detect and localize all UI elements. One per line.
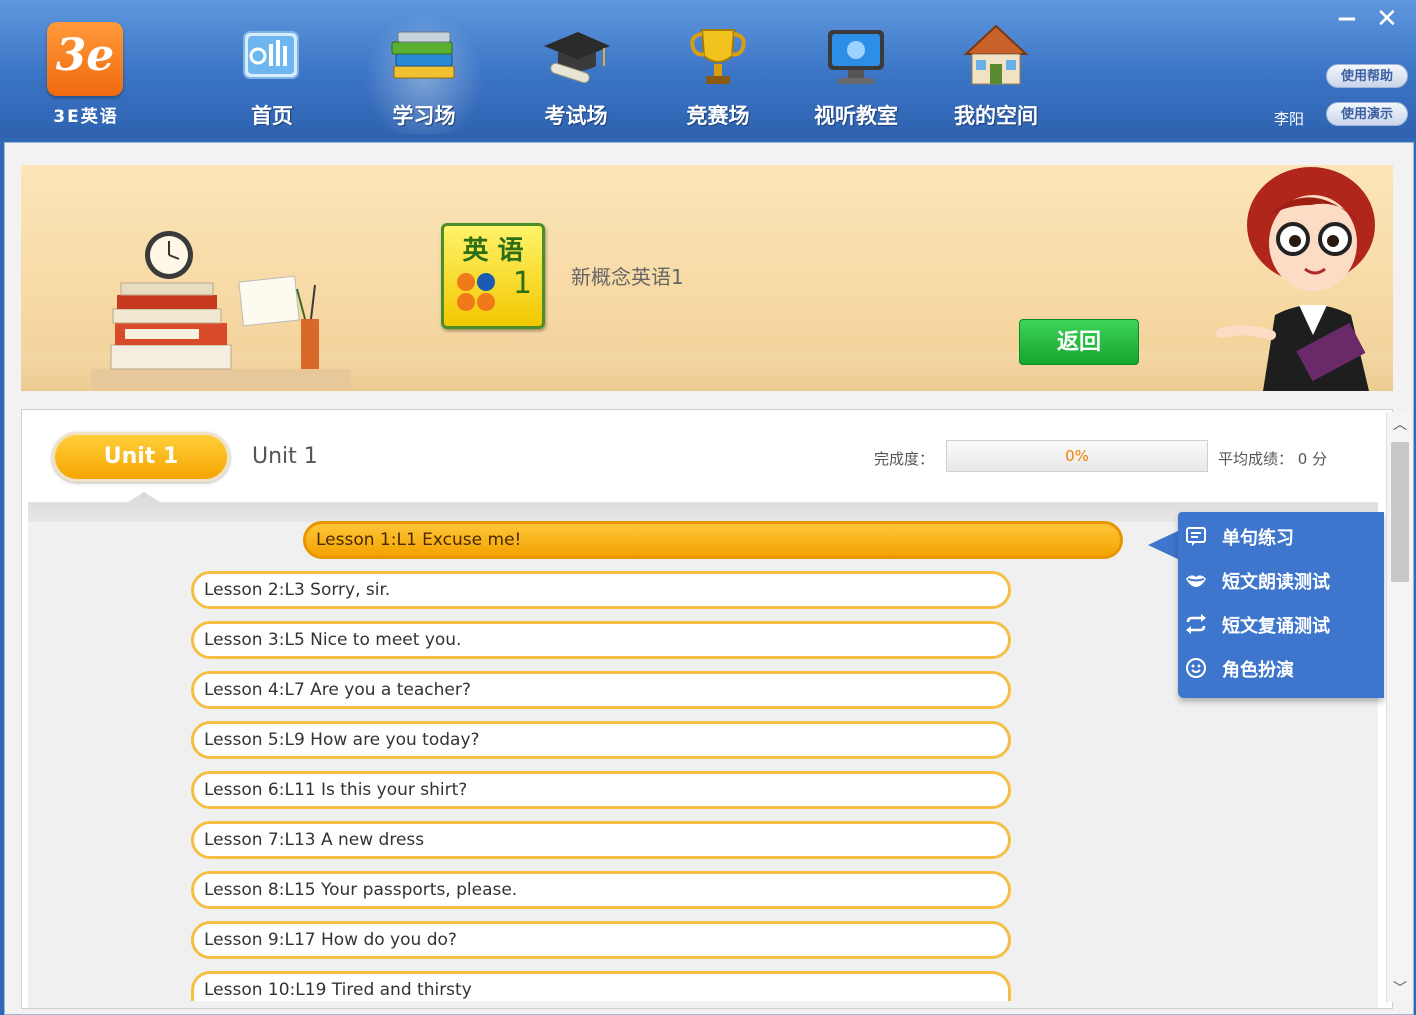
menu-recitation-test[interactable]: 短文复诵测试 [1186,612,1330,638]
help-button[interactable]: 使用帮助 [1326,64,1408,88]
lesson-item-5[interactable]: Lesson 5:L9 How are you today? [191,721,1011,759]
course-banner: 英 语 1 新概念英语1 返回 [21,165,1393,391]
unit-tab[interactable]: Unit 1 [52,432,230,482]
desk-books-illustration [91,231,351,389]
lesson-item-10[interactable]: Lesson 10:L19 Tired and thirsty [191,971,1011,1001]
app-window: 3e 3E英语 首页 学习场 考试场 竞赛场 视听教室 我的空间 − ✕ 使用帮… [0,0,1416,1015]
book-cover-image: 英 语 1 [441,223,545,329]
nav-home[interactable]: 首页 [212,12,332,134]
scroll-up-arrow-icon[interactable]: ︿ [1387,412,1413,438]
lesson-item-1[interactable]: Lesson 1:L1 Excuse me! [303,521,1123,559]
unit-panel: Unit 1 Unit 1 完成度： 0% 平均成绩： 0 分 [21,409,1393,1009]
minimize-button[interactable]: − [1336,4,1358,34]
menu-role-play[interactable]: 角色扮演 [1186,656,1294,682]
lesson-action-menu: 单句练习 短文朗读测试 短文复诵测试 角色扮演 [1178,512,1384,698]
vertical-scrollbar[interactable]: ︿ ﹀ [1386,412,1412,1002]
close-button[interactable]: ✕ [1376,4,1398,34]
monitor-icon [828,30,884,84]
lesson-item-2[interactable]: Lesson 2:L3 Sorry, sir. [191,571,1011,609]
scroll-down-arrow-icon[interactable]: ﹀ [1387,976,1413,1002]
nav-my-space-label: 我的空间 [954,104,1038,128]
lips-icon [1184,568,1208,592]
menu-sentence-practice[interactable]: 单句练习 [1186,524,1294,550]
nav-exam[interactable]: 考试场 [516,12,636,134]
nav-study[interactable]: 学习场 [364,12,484,134]
nav-contest-label: 竞赛场 [686,104,750,128]
menu-role-play-label: 角色扮演 [1222,660,1294,681]
nav-home-label: 首页 [251,104,293,128]
lesson-item-4[interactable]: Lesson 4:L7 Are you a teacher? [191,671,1011,709]
graduation-cap-icon [544,32,610,84]
home-dashboard-icon [243,31,299,79]
nav-contest[interactable]: 竞赛场 [658,12,778,134]
lesson-item-6[interactable]: Lesson 6:L11 Is this your shirt? [191,771,1011,809]
book-cover-title: 英 语 [462,236,524,266]
nav-av-classroom[interactable]: 视听教室 [796,12,916,134]
books-icon [391,31,455,79]
book-title: 新概念英语1 [571,265,684,289]
lesson-item-3[interactable]: Lesson 3:L5 Nice to meet you. [191,621,1011,659]
app-name: 3E英语 [53,107,119,127]
chat-box-icon [1184,524,1208,548]
nav-av-classroom-label: 视听教室 [814,104,898,128]
progress-percent-text: 0% [1065,447,1089,465]
cover-circles-icon [457,273,495,311]
smiley-icon [1184,656,1208,680]
house-icon [963,24,1029,85]
scrollbar-thumb[interactable] [1391,442,1409,582]
menu-reading-test-label: 短文朗读测试 [1222,572,1330,593]
trophy-icon [690,29,746,84]
progress-label: 完成度： [874,450,935,468]
nav-exam-label: 考试场 [544,104,608,128]
menu-recitation-test-label: 短文复诵测试 [1222,616,1330,637]
nav-my-space[interactable]: 我的空间 [936,12,1056,134]
top-navigation-bar: 3e 3E英语 首页 学习场 考试场 竞赛场 视听教室 我的空间 − ✕ 使用帮… [0,0,1416,138]
popup-pointer [1148,530,1180,560]
book-cover-number: 1 [512,266,532,301]
unit-title: Unit 1 [252,444,318,469]
app-logo: 3e [47,22,123,96]
app-logo-text: 3e [55,30,115,81]
teacher-character-illustration [1216,167,1375,391]
lesson-item-8[interactable]: Lesson 8:L15 Your passports, please. [191,871,1011,909]
unit-header: Unit 1 Unit 1 完成度： 0% 平均成绩： 0 分 [28,426,1378,490]
menu-sentence-practice-label: 单句练习 [1222,528,1294,549]
lesson-item-9[interactable]: Lesson 9:L17 How do you do? [191,921,1011,959]
progress-bar: 0% [946,440,1208,472]
repeat-icon [1184,612,1208,636]
lesson-item-7[interactable]: Lesson 7:L13 A new dress [191,821,1011,859]
demo-button[interactable]: 使用演示 [1326,102,1408,126]
back-button[interactable]: 返回 [1019,319,1139,365]
nav-study-label: 学习场 [392,104,456,128]
average-score-label: 平均成绩： 0 分 [1218,450,1328,468]
menu-reading-test[interactable]: 短文朗读测试 [1186,568,1330,594]
username-label: 李阳 [1274,110,1305,128]
